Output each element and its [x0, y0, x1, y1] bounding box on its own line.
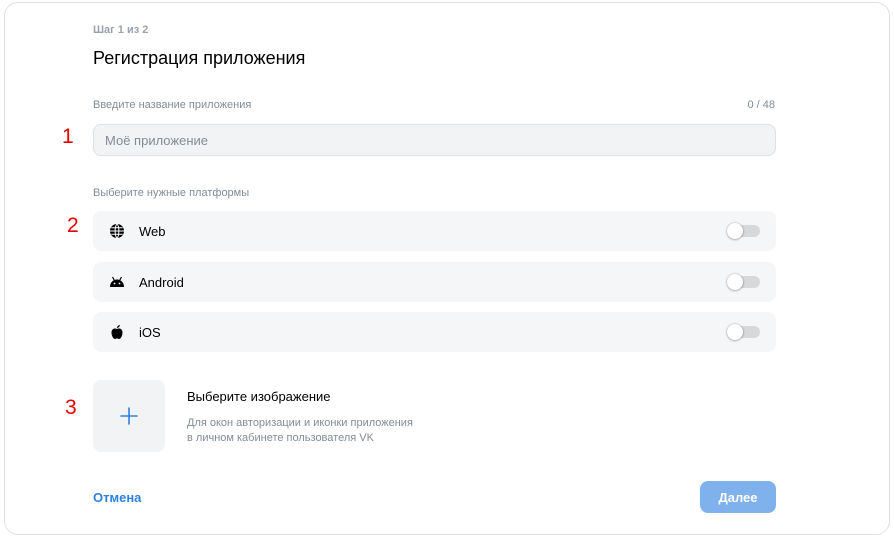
platform-label-android: Android [139, 275, 184, 290]
annotation-marker-3: 3 [65, 396, 77, 419]
platform-row-web: Web [93, 211, 776, 251]
image-upload-button[interactable] [93, 380, 165, 452]
app-name-input[interactable] [93, 124, 776, 156]
platform-label-web: Web [139, 224, 166, 239]
image-title: Выберите изображение [187, 389, 331, 404]
page-title: Регистрация приложения [93, 48, 306, 68]
image-description-line: Для окон авторизации и иконки приложения [187, 417, 413, 429]
platform-row-android: Android [93, 262, 776, 302]
annotation-marker-2: 2 [67, 214, 79, 237]
toggle-knob [727, 223, 743, 239]
android-toggle[interactable] [727, 274, 760, 290]
plus-icon [120, 407, 138, 425]
platform-row-ios: iOS [93, 312, 776, 352]
toggle-knob [727, 324, 743, 340]
annotation-marker-1: 1 [62, 125, 74, 148]
image-description: Для окон авторизации и иконки приложения… [187, 416, 467, 446]
apple-icon [111, 325, 123, 339]
app-name-label: Введите название приложения [93, 99, 252, 111]
web-toggle[interactable] [727, 223, 760, 239]
image-description-line: в личном кабинете пользователя VK [187, 432, 374, 444]
ios-toggle[interactable] [727, 324, 760, 340]
cancel-button[interactable]: Отмена [93, 490, 141, 505]
android-icon [110, 276, 124, 287]
platforms-label: Выберите нужные платформы [93, 187, 250, 199]
globe-icon [110, 223, 124, 239]
toggle-knob [727, 274, 743, 290]
char-counter: 0 / 48 [747, 99, 775, 111]
next-button[interactable]: Далее [700, 481, 776, 513]
platform-label-ios: iOS [139, 325, 161, 340]
step-indicator: Шаг 1 из 2 [93, 24, 149, 36]
